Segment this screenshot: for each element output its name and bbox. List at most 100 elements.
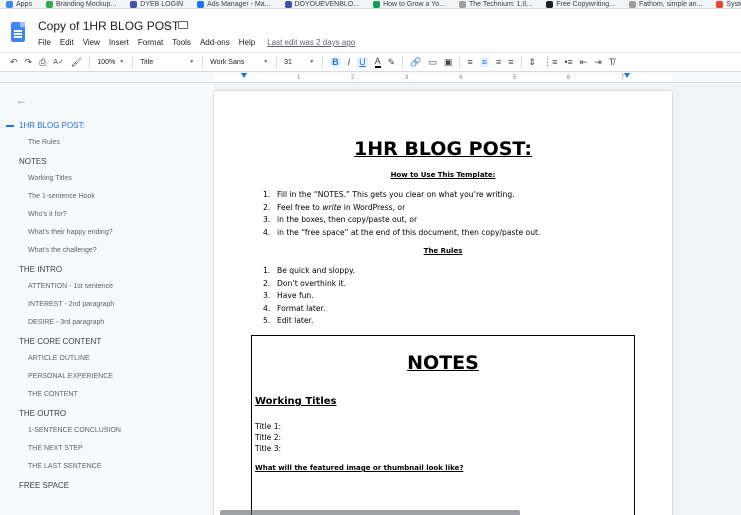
- undo-icon[interactable]: ↶: [10, 57, 18, 68]
- bulleted-list-icon[interactable]: •≡: [564, 57, 572, 67]
- highlight-icon[interactable]: ✎: [388, 57, 396, 68]
- underline-button[interactable]: U: [357, 57, 368, 67]
- outline-subheading[interactable]: Working Titles: [28, 175, 72, 182]
- notes-heading[interactable]: NOTES: [252, 352, 634, 374]
- list-item[interactable]: 5. Edit later.: [263, 315, 355, 328]
- bookmark-item[interactable]: Branding Mockup...: [45, 0, 116, 8]
- rules-heading[interactable]: The Rules: [214, 247, 672, 255]
- align-right-icon[interactable]: ≡: [496, 57, 501, 67]
- title-line[interactable]: Title 1:: [255, 422, 281, 431]
- print-icon[interactable]: ⎙: [39, 57, 46, 68]
- list-text: Edit later.: [277, 316, 314, 325]
- menu-format[interactable]: Format: [138, 38, 163, 47]
- working-titles-heading[interactable]: Working Titles: [255, 396, 337, 407]
- outline-heading[interactable]: FREE SPACE: [19, 481, 69, 490]
- link-icon[interactable]: 🔗: [410, 57, 421, 68]
- toolbar-divider: [276, 56, 278, 68]
- os-dock: [220, 510, 520, 515]
- clear-formatting-icon[interactable]: T̸: [609, 57, 615, 67]
- menu-help[interactable]: Help: [239, 38, 255, 47]
- font-select[interactable]: Work Sans ▼: [210, 59, 268, 66]
- document-page[interactable]: 1HR BLOG POST: How to Use This Template:…: [214, 91, 672, 515]
- align-justify-icon[interactable]: ≡: [508, 57, 513, 67]
- outline-subheading[interactable]: THE NEXT STEP: [28, 445, 83, 452]
- bookmark-label: Syste: [726, 0, 741, 8]
- style-select[interactable]: Title ▼: [140, 59, 194, 66]
- outline-subheading[interactable]: DESIRE - 3rd paragraph: [28, 319, 104, 326]
- bookmark-item[interactable]: Syste: [716, 0, 741, 8]
- font-size-select[interactable]: 31 ▼: [284, 59, 314, 66]
- outline-heading[interactable]: 1HR BLOG POST:: [19, 121, 85, 130]
- bookmark-item[interactable]: The Technium: 1,0...: [458, 0, 532, 8]
- menu-insert[interactable]: Insert: [109, 38, 129, 47]
- outline-subheading[interactable]: Who's it for?: [28, 211, 67, 218]
- decrease-indent-icon[interactable]: ⇤: [580, 57, 588, 68]
- left-indent-marker[interactable]: [241, 73, 247, 78]
- list-item[interactable]: 3. Have fun.: [263, 290, 355, 303]
- paint-format-icon[interactable]: 🖌: [71, 57, 82, 68]
- outline-subheading[interactable]: What's the challenge?: [28, 247, 97, 254]
- bookmark-item[interactable]: Ads Manager - Ma...: [197, 0, 271, 8]
- outline-subheading[interactable]: What's their happy ending?: [28, 229, 113, 236]
- notes-table[interactable]: NOTES Working Titles Title 1: Title 2: T…: [251, 335, 635, 515]
- title-line[interactable]: Title 2:: [255, 433, 281, 442]
- right-indent-marker[interactable]: [624, 73, 630, 78]
- outline-heading[interactable]: THE INTRO: [19, 265, 62, 274]
- list-item[interactable]: 4. in the “free space” at the end of this…: [263, 227, 540, 240]
- align-left-icon[interactable]: ≡: [467, 57, 472, 67]
- increase-indent-icon[interactable]: ⇥: [594, 57, 602, 68]
- outline-subheading[interactable]: INTEREST - 2nd paragraph: [28, 301, 114, 308]
- outline-heading[interactable]: THE CORE CONTENT: [19, 337, 101, 346]
- list-item[interactable]: 2. Don’t overthink it.: [263, 278, 355, 291]
- list-item[interactable]: 2. Feel free to write in WordPress, or: [263, 202, 540, 215]
- outline-subheading[interactable]: ARTICLE OUTLINE: [28, 355, 90, 362]
- bookmark-item[interactable]: Apps: [6, 0, 32, 8]
- title-line[interactable]: Title 3:: [255, 444, 281, 453]
- align-center-icon[interactable]: ≡: [479, 57, 489, 67]
- redo-icon[interactable]: ↷: [25, 57, 33, 68]
- menu-file[interactable]: File: [38, 38, 51, 47]
- bookmark-item[interactable]: DOYOUEVENBLO...: [284, 0, 359, 8]
- list-item[interactable]: 3. in the boxes, then copy/paste out, or: [263, 214, 540, 227]
- ruler[interactable]: 1 2 3 4 5 6 7: [0, 72, 741, 83]
- featured-image-question[interactable]: What will the featured image or thumbnai…: [255, 464, 463, 472]
- outline-heading[interactable]: NOTES: [19, 157, 47, 166]
- list-item[interactable]: 4. Format later.: [263, 303, 355, 316]
- bookmark-item[interactable]: Free Copywriting...: [546, 0, 615, 8]
- spellcheck-icon[interactable]: A✓: [53, 58, 64, 66]
- zoom-select[interactable]: 100% ▼: [97, 59, 124, 66]
- last-edit-link[interactable]: Last edit was 2 days ago: [267, 38, 355, 47]
- outline-subheading[interactable]: The Rules: [28, 139, 60, 146]
- star-icon[interactable]: ☆: [162, 18, 172, 31]
- italic-button[interactable]: I: [348, 57, 351, 67]
- outline-subheading[interactable]: 1-SENTENCE CONCLUSION: [28, 427, 121, 434]
- menu-view[interactable]: View: [83, 38, 100, 47]
- outline-subheading[interactable]: The 1-sentence Hook: [28, 193, 95, 200]
- list-item[interactable]: 1. Fill in the “NOTES.” This gets you cle…: [263, 189, 540, 202]
- bookmark-favicon-icon: [458, 0, 466, 8]
- outline-heading[interactable]: THE OUTRO: [19, 409, 66, 418]
- list-item[interactable]: 1. Be quick and sloppy.: [263, 265, 355, 278]
- comment-icon[interactable]: ▭: [428, 57, 437, 68]
- numbered-list-icon[interactable]: ⋮≡: [543, 57, 557, 68]
- bookmark-item[interactable]: How to Grow a Yo...: [373, 0, 445, 8]
- bold-button[interactable]: B: [330, 57, 341, 67]
- menu-edit[interactable]: Edit: [60, 38, 74, 47]
- line-spacing-icon[interactable]: ⇕: [529, 57, 537, 68]
- menu-tools[interactable]: Tools: [172, 38, 191, 47]
- howto-heading[interactable]: How to Use This Template:: [214, 171, 672, 179]
- bookmark-item[interactable]: Fathom, simple an...: [629, 0, 702, 8]
- text-color-button[interactable]: A: [374, 56, 381, 68]
- image-icon[interactable]: ▣: [444, 57, 453, 68]
- document-heading[interactable]: 1HR BLOG POST:: [214, 138, 672, 160]
- outline-subheading[interactable]: THE CONTENT: [28, 391, 78, 398]
- document-title[interactable]: Copy of 1HR BLOG POST: [38, 19, 179, 33]
- bookmark-item[interactable]: DYEB LOGIN: [130, 0, 183, 8]
- outline-subheading[interactable]: PERSONAL EXPERIENCE: [28, 373, 113, 380]
- back-arrow-icon[interactable]: ←: [16, 95, 27, 107]
- folder-icon[interactable]: [178, 21, 188, 29]
- outline-subheading[interactable]: THE LAST SENTENCE: [28, 463, 101, 470]
- outline-subheading[interactable]: ATTENTION - 1st sentence: [28, 283, 113, 290]
- menu-addons[interactable]: Add-ons: [200, 38, 230, 47]
- docs-logo-icon[interactable]: [11, 22, 25, 42]
